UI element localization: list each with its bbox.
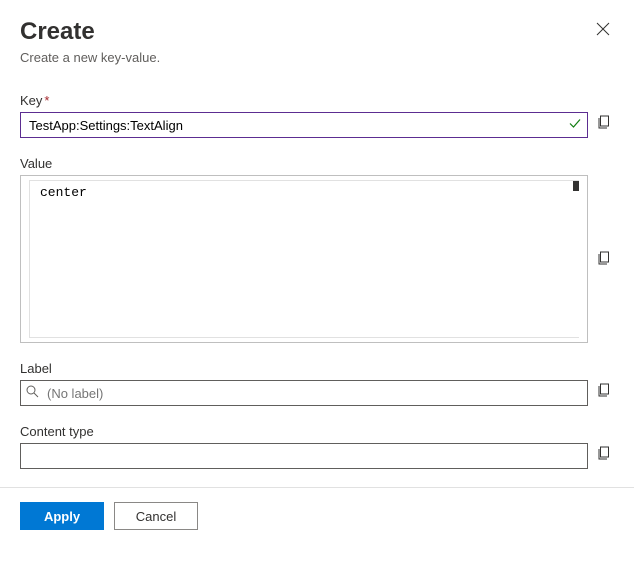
scrollbar[interactable] [573,181,579,191]
label-input[interactable] [20,380,588,406]
content-type-label: Content type [20,424,614,439]
key-label: Key* [20,93,614,108]
copy-value-button[interactable] [594,248,614,271]
value-text: center [30,181,579,204]
content-type-input[interactable] [20,443,588,469]
copy-label-button[interactable] [594,380,614,403]
copy-key-button[interactable] [594,112,614,135]
search-icon [26,385,39,401]
copy-icon [596,449,612,464]
close-icon [596,24,610,39]
page-subtitle: Create a new key-value. [20,50,160,65]
copy-icon [596,118,612,133]
required-marker: * [44,93,49,108]
checkmark-icon [568,117,582,134]
copy-icon [596,386,612,401]
value-label: Value [20,156,614,171]
close-button[interactable] [592,18,614,43]
apply-button[interactable]: Apply [20,502,104,530]
label-field-label: Label [20,361,614,376]
key-input[interactable] [20,112,588,138]
copy-icon [596,254,612,269]
value-input[interactable]: center [20,175,588,343]
cancel-button[interactable]: Cancel [114,502,198,530]
page-title: Create [20,18,160,46]
copy-content-type-button[interactable] [594,443,614,466]
